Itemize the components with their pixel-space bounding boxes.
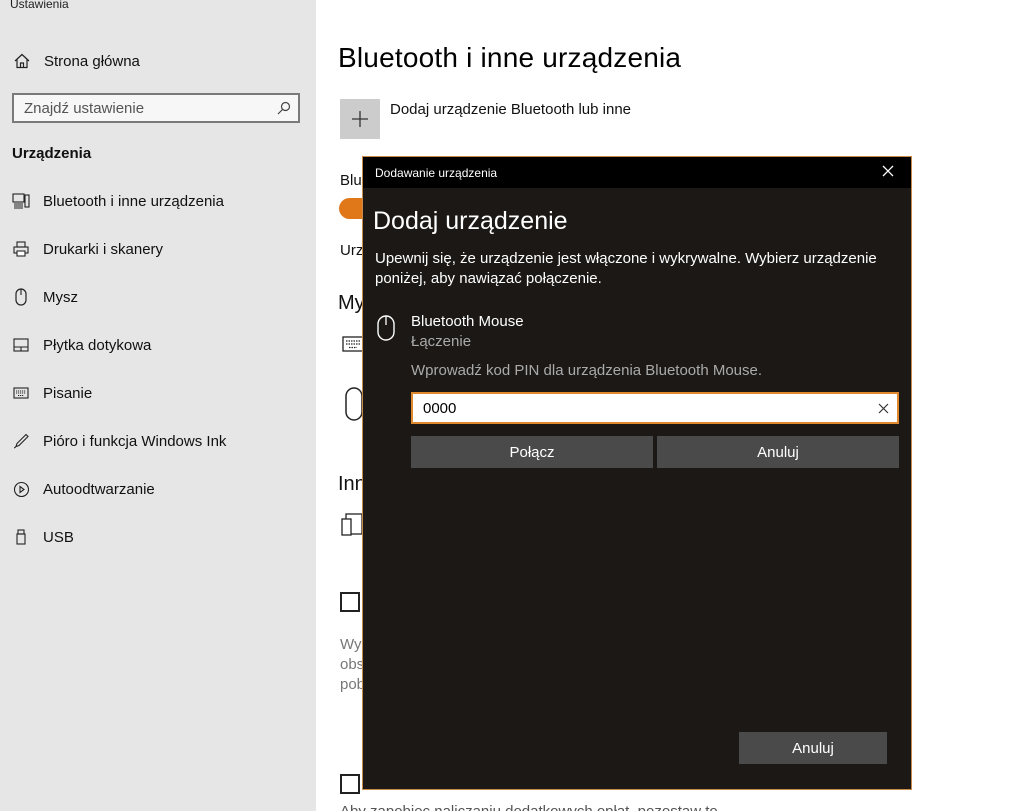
pin-field[interactable] bbox=[411, 392, 899, 424]
pen-icon bbox=[12, 432, 30, 450]
dialog-titlebar[interactable]: Dodawanie urządzenia bbox=[363, 157, 911, 188]
printer-icon bbox=[12, 240, 30, 258]
plus-icon bbox=[340, 99, 380, 139]
footer-text: Aby zapobiec naliczaniu dodatkowych opła… bbox=[340, 803, 718, 811]
close-icon bbox=[882, 164, 894, 182]
dialog-heading: Dodaj urządzenie bbox=[373, 207, 568, 235]
sidebar-item-autoplay[interactable]: Autoodtwarzanie bbox=[0, 469, 316, 509]
touchpad-icon bbox=[12, 336, 30, 354]
sidebar-item-label: Płytka dotykowa bbox=[43, 336, 152, 354]
device-name: Bluetooth Mouse bbox=[411, 313, 524, 330]
pin-input[interactable] bbox=[423, 399, 869, 417]
close-button[interactable] bbox=[865, 157, 911, 188]
sidebar-item-label: Pisanie bbox=[43, 384, 93, 402]
sidebar-item-label: USB bbox=[43, 528, 74, 546]
keyboard-icon bbox=[12, 384, 30, 402]
dialog-title: Dodawanie urządzenia bbox=[375, 165, 498, 180]
sidebar-item-bluetooth[interactable]: Bluetooth i inne urządzenia bbox=[0, 181, 316, 221]
sidebar-item-typing[interactable]: Pisanie bbox=[0, 373, 316, 413]
page-title: Bluetooth i inne urządzenia bbox=[338, 42, 682, 73]
bluetooth-devices-icon bbox=[12, 192, 30, 210]
keyboard-device-icon bbox=[342, 335, 364, 358]
mouse-icon bbox=[376, 315, 398, 341]
dialog-cancel-button[interactable]: Anuluj bbox=[739, 732, 887, 764]
home-icon bbox=[12, 51, 32, 71]
other-device-icon bbox=[341, 513, 363, 544]
home-label: Strona główna bbox=[44, 52, 140, 70]
sidebar-item-usb[interactable]: USB bbox=[0, 517, 316, 557]
sidebar-item-home[interactable]: Strona główna bbox=[0, 45, 316, 77]
add-device-label: Dodaj urządzenie Bluetooth lub inne bbox=[390, 101, 632, 118]
checkbox-1[interactable] bbox=[340, 592, 360, 612]
cancel-button[interactable]: Anuluj bbox=[657, 436, 899, 468]
bluetooth-status: Urz bbox=[340, 242, 364, 259]
search-input[interactable] bbox=[24, 99, 276, 117]
add-device-button[interactable]: Dodaj urządzenie Bluetooth lub inne bbox=[340, 99, 631, 139]
device-status: Łączenie bbox=[411, 333, 472, 350]
add-device-dialog: Dodawanie urządzenia Dodaj urządzenie Up… bbox=[362, 156, 912, 790]
description-line-2: obs bbox=[340, 656, 365, 673]
sidebar-item-label: Drukarki i skanery bbox=[43, 240, 164, 258]
connect-button[interactable]: Połącz bbox=[411, 436, 653, 468]
sidebar-item-touchpad[interactable]: Płytka dotykowa bbox=[0, 325, 316, 365]
sidebar-item-label: Autoodtwarzanie bbox=[43, 480, 155, 498]
section-label-devices: Urządzenia bbox=[12, 145, 92, 162]
sidebar-item-mouse[interactable]: Mysz bbox=[0, 277, 316, 317]
sidebar-item-pen[interactable]: Pióro i funkcja Windows Ink bbox=[0, 421, 316, 461]
dialog-description: Upewnij się, że urządzenie jest włączone… bbox=[375, 250, 877, 287]
description-line-1: Wy bbox=[340, 636, 362, 653]
clear-icon[interactable] bbox=[869, 394, 897, 422]
sidebar-item-label: Mysz bbox=[43, 288, 78, 306]
sidebar-item-label: Pióro i funkcja Windows Ink bbox=[43, 432, 227, 450]
search-icon[interactable] bbox=[276, 100, 292, 116]
sidebar: Ustawienia Strona główna Urządzenia Blue… bbox=[0, 0, 316, 811]
sidebar-item-printers[interactable]: Drukarki i skanery bbox=[0, 229, 316, 269]
checkbox-2[interactable] bbox=[340, 774, 360, 794]
app-title: Ustawienia bbox=[10, 0, 69, 11]
autoplay-icon bbox=[12, 480, 30, 498]
section-heading-mouse: My bbox=[338, 292, 365, 314]
usb-icon bbox=[12, 528, 30, 546]
search-box[interactable] bbox=[12, 93, 300, 123]
mouse-icon bbox=[12, 288, 30, 306]
mouse-device-icon bbox=[344, 386, 364, 427]
pin-prompt: Wprowadź kod PIN dla urządzenia Bluetoot… bbox=[411, 362, 763, 379]
sidebar-item-label: Bluetooth i inne urządzenia bbox=[43, 192, 224, 210]
